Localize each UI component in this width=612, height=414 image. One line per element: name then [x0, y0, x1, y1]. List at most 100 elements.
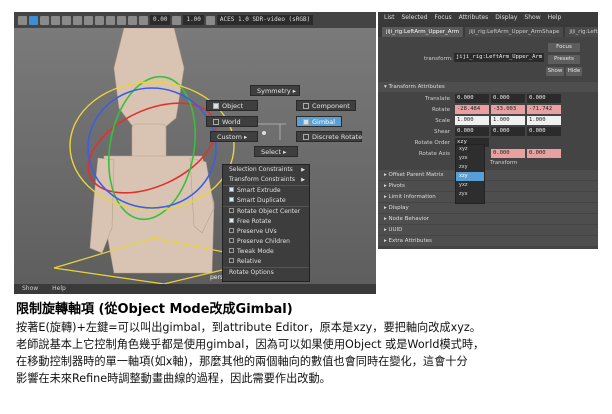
translate-x-field[interactable]: 0.000	[455, 94, 489, 103]
translate-y-field[interactable]: 0.000	[491, 94, 525, 103]
mm-discrete-label: Discrete Rotate	[312, 133, 363, 141]
popup-item[interactable]: Free Rotate	[223, 217, 309, 227]
shear-z-field[interactable]: 0.000	[527, 127, 561, 136]
ae-section-header[interactable]: ▸ UUID	[378, 225, 598, 235]
hide-button[interactable]: Hide	[566, 67, 582, 76]
mm-discrete-rotate[interactable]: Discrete Rotate	[296, 131, 362, 142]
ae-section-header[interactable]: ▸ Limit Information	[378, 192, 598, 202]
status-show[interactable]: Show	[22, 285, 38, 292]
mm-custom[interactable]: Custom ▸	[210, 131, 258, 142]
marking-menu-center	[262, 131, 266, 135]
rotate-order-dropdown[interactable]: xyz yzx zxy xzy yxz zyx	[455, 144, 485, 204]
shear-y-field[interactable]: 0.000	[491, 127, 525, 136]
rotate-axis-y[interactable]: 0.000	[491, 149, 525, 158]
popup-item[interactable]: Selection Constraints ▶	[223, 165, 309, 175]
ae-tab[interactable]: jiji_rig:LeftArm_Upper_ArmShape	[465, 27, 564, 37]
mm-gimbal[interactable]: Gimbal	[296, 116, 342, 127]
popup-item[interactable]: Tweak Mode	[223, 247, 309, 257]
show-button[interactable]: Show	[546, 67, 564, 76]
rotate-order-option[interactable]: xyz	[456, 145, 484, 154]
isolate-icon[interactable]	[117, 15, 126, 25]
light-icon[interactable]	[84, 15, 93, 25]
shear-x-field[interactable]: 0.000	[455, 127, 489, 136]
rotate-order-option[interactable]: zyx	[456, 190, 484, 199]
discrete-check-icon	[303, 134, 309, 140]
note-line-1: 按著E(旋轉)+左鍵=可以叫出gimbal，到attribute Editor，…	[16, 321, 481, 334]
world-check-icon	[213, 119, 219, 125]
viewport-scene[interactable]: persp	[14, 27, 376, 285]
popup-item[interactable]: Smart Extrude	[223, 185, 309, 196]
ae-section-header[interactable]: ▸ Pivots	[378, 181, 598, 191]
checkbox-icon	[229, 258, 234, 263]
rotate-order-option[interactable]: yxz	[456, 181, 484, 190]
mm-symmetry[interactable]: Symmetry ▸	[250, 85, 300, 96]
mm-gimbal-label: Gimbal	[312, 118, 336, 126]
ae-menu-focus[interactable]: Focus	[435, 14, 452, 21]
ae-menu-selected[interactable]: Selected	[402, 14, 428, 21]
ae-tab[interactable]: jiji_rig:LeftArm_Upper_Arm	[382, 27, 464, 37]
rotate-axis-z[interactable]: 0.000	[527, 149, 561, 158]
popup-item[interactable]: Smart Duplicate	[223, 196, 309, 206]
mm-world[interactable]: World	[206, 116, 258, 127]
rotate-order-option[interactable]: xzy	[456, 172, 484, 181]
status-help[interactable]: Help	[52, 285, 66, 292]
scale-z-field[interactable]: 1.000	[527, 116, 561, 125]
ae-section-header[interactable]: ▸ Display	[378, 203, 598, 213]
scale-x-field[interactable]: 1.000	[455, 116, 489, 125]
viewport-toolbar: 0.00 1.00 ACES 1.0 SDR-video (sRGB)	[14, 12, 376, 28]
popup-item[interactable]: Preserve UVs	[223, 227, 309, 237]
resolution-gate-icon[interactable]	[128, 15, 137, 25]
translate-z-field[interactable]: 0.000	[527, 94, 561, 103]
presets-button[interactable]: Presets	[548, 55, 580, 64]
checkbox-icon	[229, 208, 234, 213]
rotate-x-field[interactable]: -28.484	[455, 105, 489, 114]
ae-section-header[interactable]: ▸ Node Behavior	[378, 214, 598, 224]
popup-item[interactable]: Relative	[223, 257, 309, 267]
ae-menu-help[interactable]: Help	[548, 14, 562, 21]
exposure-field[interactable]: 0.00	[150, 15, 171, 25]
ae-section-header[interactable]: ▸ Extra Attributes	[378, 236, 598, 246]
mm-object[interactable]: Object	[206, 100, 258, 111]
color-management-icon[interactable]	[205, 15, 215, 25]
mm-select[interactable]: Select ▸	[254, 146, 298, 157]
checkbox-icon	[229, 197, 234, 202]
texture-icon[interactable]	[73, 15, 82, 25]
popup-item-label: Rotate Object Center	[237, 208, 301, 215]
focus-button[interactable]: Focus	[548, 43, 580, 52]
ae-tab[interactable]: jiji_rig:LeftA	[565, 27, 598, 37]
shadow-icon[interactable]	[95, 15, 104, 25]
shaded-icon[interactable]	[62, 15, 71, 25]
submenu-arrow-icon: ▶	[301, 167, 305, 173]
popup-item-label: Tweak Mode	[237, 248, 274, 255]
scale-y-field[interactable]: 1.000	[491, 116, 525, 125]
rotate-order-option[interactable]: yzx	[456, 154, 484, 163]
select-camera-icon[interactable]	[29, 15, 38, 25]
wireframe-icon[interactable]	[51, 15, 60, 25]
note-line-3: 在移動控制器時的單一軸項(如x軸)，那麼其他的兩個軸向的數值也會同時在變化，這會…	[16, 355, 468, 368]
transform-name-field[interactable]: jiji_rig:LeftArm_Upper_Arm	[454, 53, 544, 62]
mm-component[interactable]: Component	[296, 100, 356, 111]
rotate-z-field[interactable]: -71.742	[527, 105, 561, 114]
popup-item[interactable]: Rotate Options	[223, 267, 309, 278]
transform-attributes-label: Transform Attributes	[388, 84, 445, 90]
transform-attributes-header[interactable]: ▾ Transform Attributes	[378, 82, 598, 92]
hud-icon[interactable]	[139, 15, 148, 25]
camera-icon[interactable]	[18, 15, 27, 25]
popup-item[interactable]: Rotate Object Center	[223, 206, 309, 217]
gamma-icon[interactable]	[172, 15, 182, 25]
ae-menu-list[interactable]: List	[384, 14, 395, 21]
xray-icon[interactable]	[106, 15, 115, 25]
colorspace-field[interactable]: ACES 1.0 SDR-video (sRGB)	[216, 15, 314, 25]
rotate-order-option[interactable]: zxy	[456, 163, 484, 172]
ae-section-header[interactable]: ▸ Offset Parent Matrix	[378, 170, 598, 180]
rotate-y-field[interactable]: -33.003	[491, 105, 525, 114]
gamma-field[interactable]: 1.00	[183, 15, 204, 25]
popup-item[interactable]: Transform Constraints ▶	[223, 175, 309, 185]
maya-viewport[interactable]: 0.00 1.00 ACES 1.0 SDR-video (sRGB) pers…	[14, 12, 376, 294]
grid-icon[interactable]	[40, 15, 49, 25]
ae-menu-attributes[interactable]: Attributes	[459, 14, 489, 21]
ae-menu-show[interactable]: Show	[524, 14, 540, 21]
popup-item[interactable]: Preserve Children	[223, 237, 309, 247]
ae-menu-display[interactable]: Display	[495, 14, 517, 21]
row-label-rotate: Rotate	[431, 107, 450, 113]
